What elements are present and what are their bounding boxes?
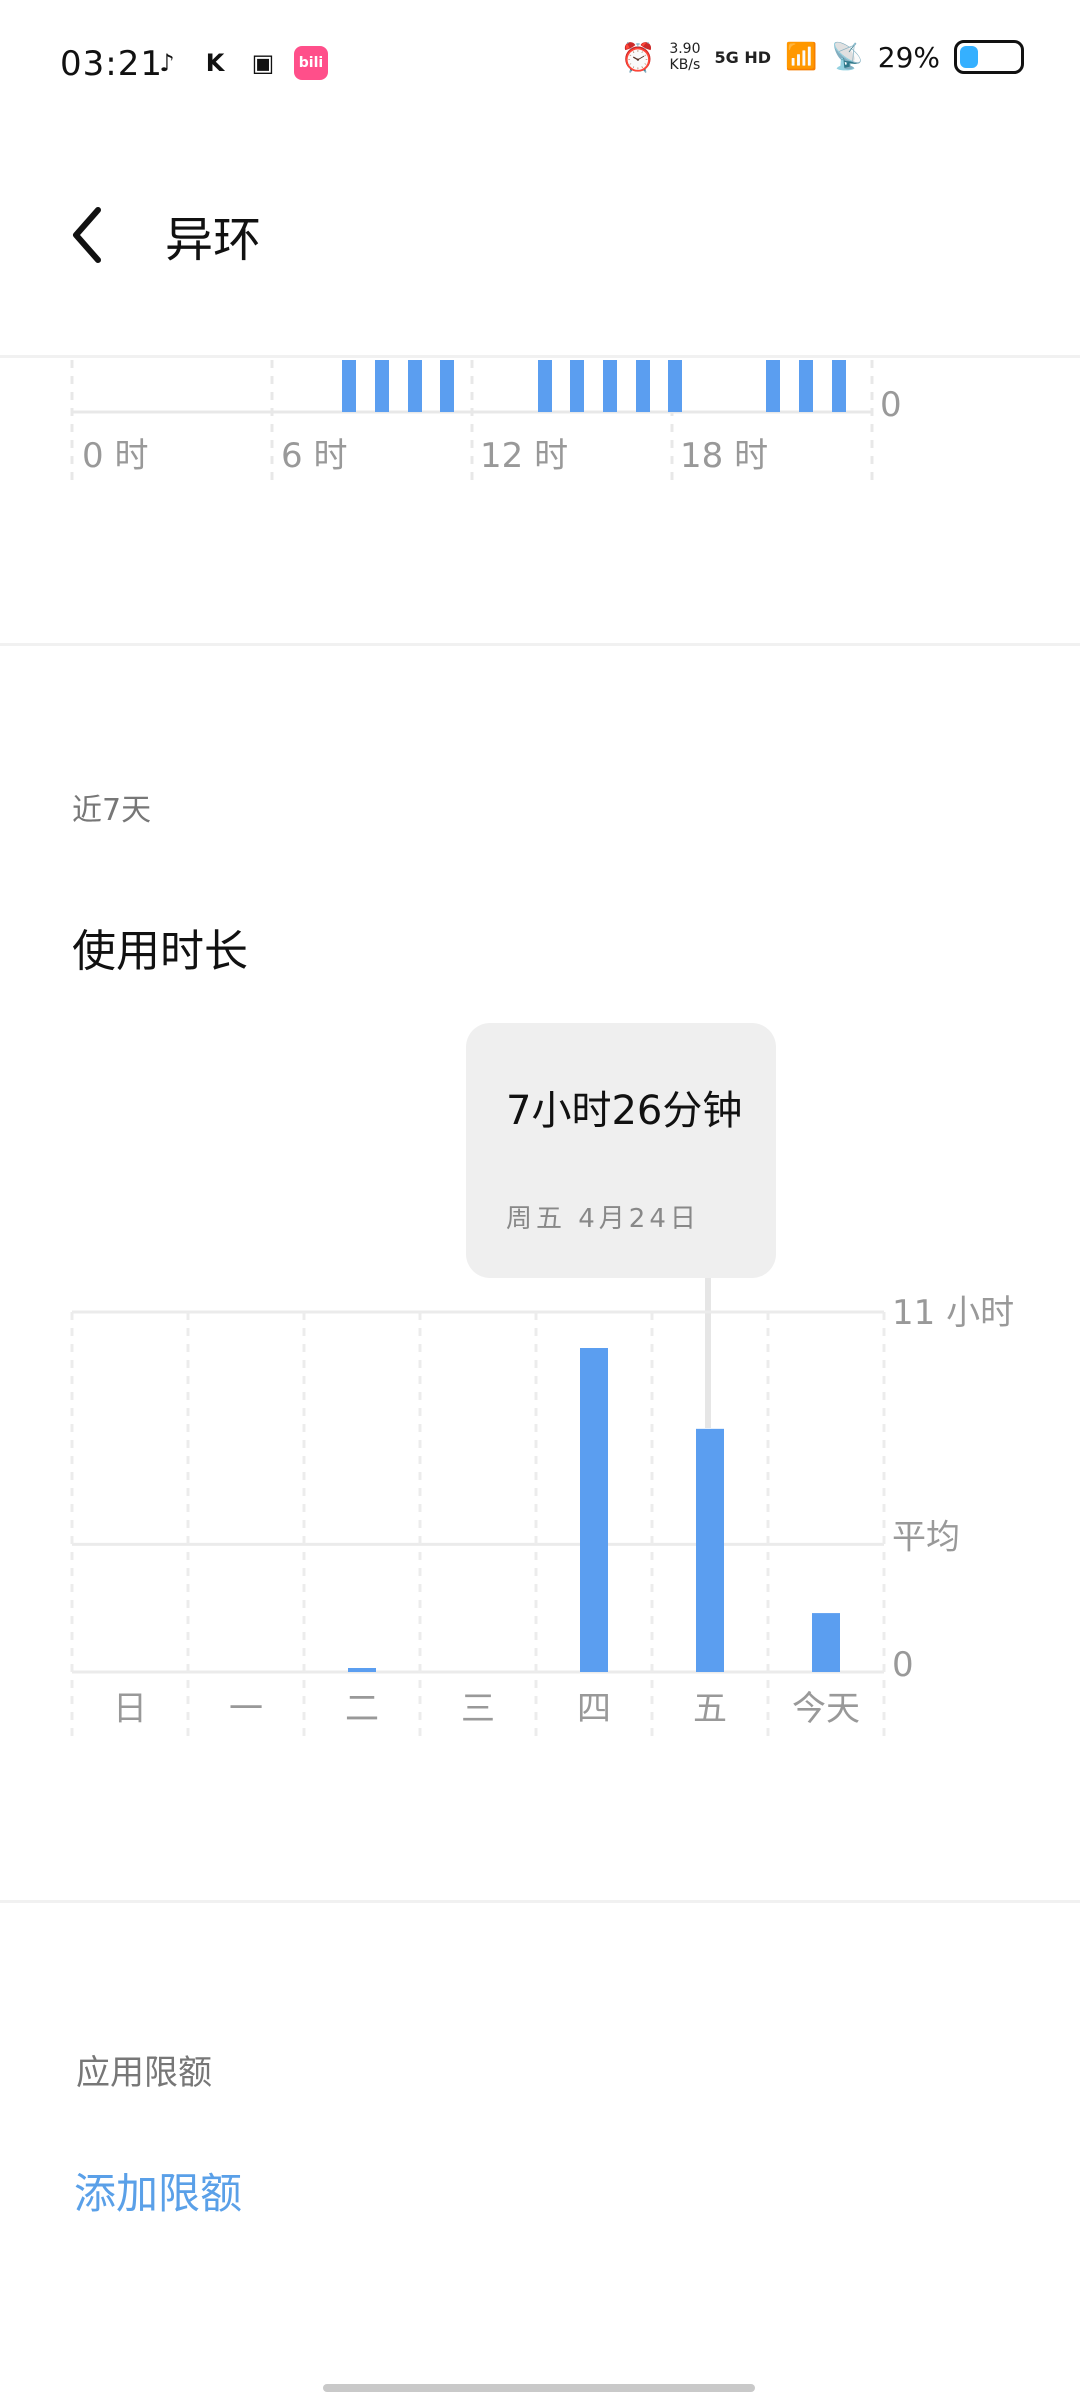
k-app-icon: K (205, 49, 225, 77)
x-tick-1: 一 (229, 1689, 263, 1729)
x-tick-4: 四 (577, 1689, 611, 1729)
page-title: 异环 (165, 212, 262, 268)
tiktok-icon: ♪ (159, 49, 175, 77)
wifi-icon: 📡 (831, 42, 864, 72)
x-tick-3: 三 (461, 1689, 495, 1729)
hour-bar (538, 360, 552, 412)
bar-6 (812, 1613, 840, 1672)
hour-bar (668, 360, 682, 412)
tv-icon: ▣ (251, 49, 275, 77)
home-indicator[interactable] (323, 2384, 755, 2392)
section-divider-1 (0, 643, 1080, 646)
bar-2 (348, 1668, 376, 1672)
bilibili-icon: bili (294, 46, 328, 80)
hour-bar (766, 360, 780, 412)
network-speed: 3.90 KB/s (669, 41, 701, 73)
signal-icon: 📶 (785, 42, 818, 72)
hourly-bars (342, 360, 846, 412)
hour-tick-0: 0 时 (82, 436, 149, 476)
bar-4 (580, 1348, 608, 1672)
header-divider (0, 355, 1080, 358)
hour-y-zero: 0 (880, 385, 902, 425)
hour-bar (799, 360, 813, 412)
weekly-title: 使用时长 (72, 926, 248, 977)
header (0, 130, 1080, 360)
tooltip-duration: 7小时26分钟 (506, 1088, 743, 1134)
status-bar: 03:21 ♪ K ▣ bili ⏰ 3.90 KB/s 5G HD 📶 📡 2… (0, 0, 1080, 130)
status-time: 03:21 (60, 44, 163, 84)
add-limit-button[interactable]: 添加限额 (74, 2160, 242, 2221)
battery-percent: 29% (877, 40, 940, 74)
y-label-top: 11 小时 (892, 1293, 1014, 1333)
weekly-chart: 日 一 二 三 四 五 今天 11 小时平均 0 (70, 1293, 1014, 1740)
battery-icon (954, 40, 1024, 74)
hour-bar (342, 360, 356, 412)
app-limit-label: 应用限额 (76, 2053, 212, 2093)
hour-tick-6: 6 时 (281, 436, 348, 476)
alarm-icon: ⏰ (620, 40, 656, 74)
x-tick-2: 二 (345, 1689, 379, 1729)
hour-bar (375, 360, 389, 412)
hour-bar (603, 360, 617, 412)
hour-bar (408, 360, 422, 412)
hour-bar (570, 360, 584, 412)
y-label-zero: 0 (892, 1645, 914, 1685)
network-type: 5G HD (714, 47, 772, 67)
hour-bar (636, 360, 650, 412)
hour-bar (832, 360, 846, 412)
tooltip-date: 周五 4月24日 (506, 1204, 700, 1234)
back-icon[interactable] (68, 205, 108, 265)
hour-tick-18: 18 时 (680, 436, 769, 476)
notification-icons: ♪ K ▣ bili (150, 46, 328, 80)
hour-bar (440, 360, 454, 412)
x-tick-5: 五 (693, 1689, 727, 1729)
section-divider-2 (0, 1900, 1080, 1903)
weekly-section-label: 近7天 (72, 793, 152, 828)
hour-tick-12: 12 时 (480, 436, 569, 476)
x-tick-6: 今天 (792, 1689, 860, 1729)
usage-tooltip: 7小时26分钟 周五 4月24日 (466, 1023, 776, 1278)
status-right: ⏰ 3.90 KB/s 5G HD 📶 📡 29% (620, 40, 1024, 74)
bar-5 (696, 1428, 724, 1672)
x-tick-0: 日 (113, 1689, 147, 1729)
y-label-average: 平均 (892, 1517, 960, 1557)
